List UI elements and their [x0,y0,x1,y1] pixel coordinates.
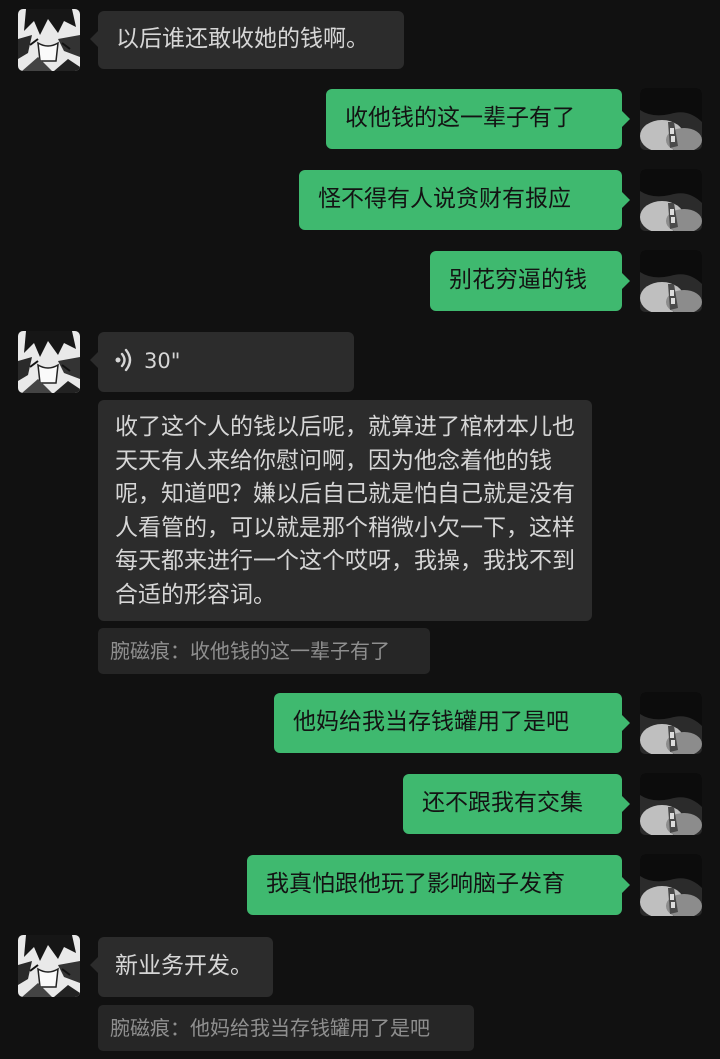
self-avatar[interactable] [640,773,702,835]
self-avatar[interactable] [640,854,702,916]
message-bubble[interactable]: 以后谁还敢收她的钱啊。 [90,11,404,69]
message-bubble[interactable]: 收他钱的这一辈子有了 [326,89,630,149]
self-avatar[interactable] [640,169,702,231]
message-bubble[interactable]: 怪不得有人说贪财有报应 [299,170,630,230]
voice-message[interactable]: 30" [90,332,354,392]
quoted-reply[interactable]: 腕磁痕：他妈给我当存钱罐用了是吧 [98,1005,474,1051]
message-bubble[interactable]: 我真怕跟他玩了影响脑子发育 [247,855,630,915]
voice-wave-icon [115,348,132,372]
voice-duration: 30" [144,349,181,373]
contact-avatar[interactable] [18,9,80,71]
message-bubble[interactable]: 新业务开发。 [90,937,273,997]
voice-transcript[interactable]: 收了这个人的钱以后呢，就算进了棺材本儿也天天有人来给你慰问啊，因为他念着他的钱呢… [98,400,592,621]
self-avatar[interactable] [640,692,702,754]
self-avatar[interactable] [640,250,702,312]
message-bubble[interactable]: 他妈给我当存钱罐用了是吧 [274,693,630,753]
contact-avatar[interactable] [18,331,80,393]
quoted-reply[interactable]: 腕磁痕：收他钱的这一辈子有了 [98,628,430,674]
self-avatar[interactable] [640,88,702,150]
contact-avatar[interactable] [18,935,80,997]
message-bubble[interactable]: 别花穷逼的钱 [430,251,630,311]
message-bubble[interactable]: 还不跟我有交集 [403,774,630,834]
